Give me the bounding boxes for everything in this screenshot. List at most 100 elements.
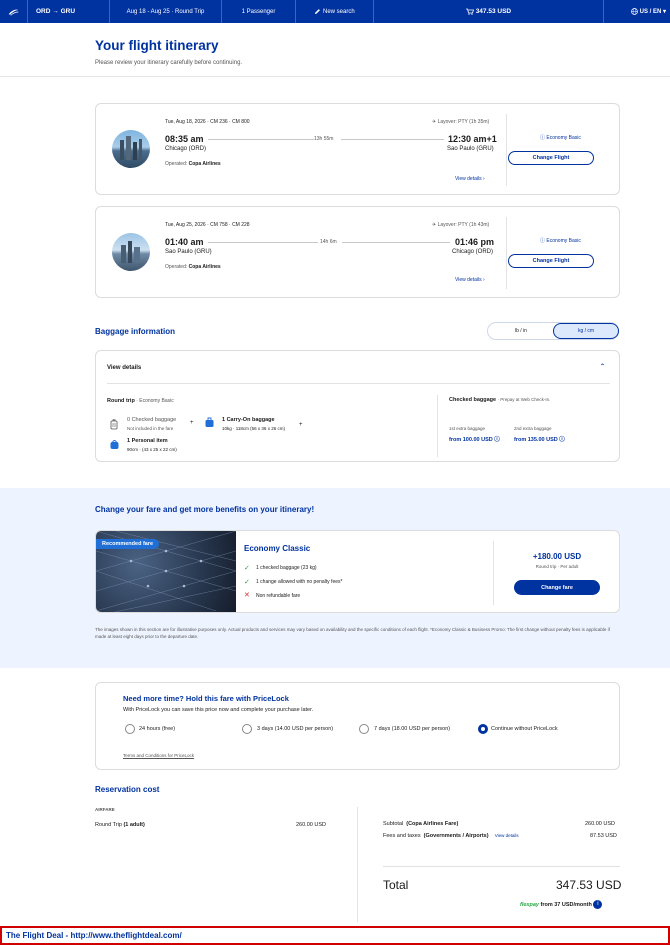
- pricelock-option-none[interactable]: Continue without PriceLock: [491, 726, 558, 732]
- pricelock-option-24h-radio[interactable]: [125, 724, 135, 734]
- arrival-time: 12:30 am+1: [448, 134, 497, 144]
- pricelock-option-7d-radio[interactable]: [359, 724, 369, 734]
- cross-icon: ✕: [244, 592, 250, 599]
- operator-name: Copa Airlines: [188, 264, 221, 270]
- round-trip-row: Round Trip (1 adult): [95, 822, 145, 828]
- info-icon: ⓘ: [540, 238, 546, 244]
- unit-lb-option[interactable]: lb / in: [488, 323, 554, 339]
- baggage-panel: View details ⌃ Round trip · Economy Basi…: [95, 350, 620, 462]
- flight-deal-link[interactable]: The Flight Deal - http://www.theflightde…: [6, 931, 182, 940]
- route-summary[interactable]: ORD → GRU: [28, 0, 110, 23]
- pricelock-option-24h[interactable]: 24 hours (free): [139, 726, 175, 732]
- view-details-label: View details: [455, 277, 482, 283]
- chevron-up-icon[interactable]: ⌃: [600, 363, 605, 370]
- fare-type: ⓘ Economy Basic: [540, 134, 581, 141]
- carry-on-note: 10kg · 118cm (56 x 36 x 26 cm): [222, 426, 285, 431]
- info-icon[interactable]: i: [593, 900, 603, 909]
- layover-label: Layover: PTY (1h 35m): [437, 119, 490, 125]
- flight-deal-banner: The Flight Deal - http://www.theflightde…: [0, 926, 670, 945]
- flight-date-line: Tue, Aug 18, 2026 · CM 236 · CM 800: [165, 119, 250, 125]
- flexpay-row: flexpay from 37 USD/month i: [520, 900, 603, 909]
- fees-note: (Governments / Airports): [423, 833, 489, 839]
- flight-date-line: Tue, Aug 25, 2026 · CM 758 · CM 228: [165, 222, 250, 228]
- passengers-label: 1 Passenger: [241, 8, 276, 15]
- destination-code: GRU: [60, 8, 76, 15]
- passengers-summary[interactable]: 1 Passenger: [222, 0, 296, 23]
- upsell-feature-1: 1 checked baggage (23 kg): [256, 565, 317, 571]
- baggage-title: Baggage information: [95, 327, 176, 336]
- flight-duration: 13h 55m: [314, 136, 334, 142]
- total-label: Total: [383, 878, 409, 892]
- pencil-icon: [315, 9, 321, 14]
- unit-kg-option[interactable]: kg / cm: [553, 323, 619, 339]
- round-trip-heading: Round trip · Economy Basic: [107, 398, 174, 404]
- airfare-label: AIRFARE: [95, 807, 115, 812]
- fees-view-details-link[interactable]: View details: [495, 833, 519, 838]
- fees-row: Fees and taxes (Governments / Airports) …: [383, 833, 519, 839]
- duration-line-right: [342, 242, 450, 243]
- copa-logo[interactable]: [0, 0, 28, 23]
- round-trip-label: Round trip: [107, 398, 135, 404]
- pricelock-option-none-radio[interactable]: [478, 724, 488, 734]
- carry-on-title: 1 Carry-On baggage: [222, 417, 275, 423]
- upsell-feature-3: Non refundable fare: [256, 593, 301, 599]
- arrival-city: Chicago (ORD): [452, 249, 494, 255]
- fees-value: 87.53 USD: [590, 833, 617, 839]
- operated-label: Operated:: [165, 161, 188, 167]
- check-icon: ✓: [244, 565, 250, 572]
- upsell-price: +180.00 USD: [532, 552, 582, 561]
- operated-by: Operated: Copa Airlines: [165, 161, 221, 167]
- departure-time: 01:40 am: [165, 237, 204, 247]
- flight-duration: 14h 6m: [320, 239, 337, 245]
- adult-count: (1 adult): [123, 822, 145, 828]
- pricelock-card: Need more time? Hold this fare with Pric…: [95, 682, 620, 770]
- baggage-view-details[interactable]: View details: [107, 365, 141, 371]
- cart-total-value: 347.53 USD: [475, 8, 512, 15]
- info-icon[interactable]: ⓘ: [494, 437, 500, 443]
- upsell-fare-name: Economy Classic: [244, 544, 311, 553]
- pricelock-terms-link[interactable]: Terms and Conditions for PriceLock: [123, 753, 194, 758]
- total-value: 347.53 USD: [556, 878, 622, 892]
- plane-icon: ✈: [432, 222, 437, 228]
- pricelock-option-7d[interactable]: 7 days (18.00 USD per person): [374, 726, 450, 732]
- view-details-link[interactable]: View details ›: [455, 277, 485, 283]
- locale-label: US / EN: [639, 8, 662, 15]
- extra-bag-2-label: 2nd extra baggage: [514, 426, 552, 431]
- subtotal-label: Subtotal: [383, 821, 404, 827]
- upsell-disclaimer: The images shown in this section are for…: [95, 627, 610, 639]
- chicago-skyline-photo: [112, 130, 150, 168]
- change-flight-button[interactable]: Change Flight: [508, 254, 594, 268]
- fees-label: Fees and taxes: [383, 833, 421, 839]
- sao-paulo-skyline-photo: [112, 233, 150, 271]
- flight-card-outbound: Tue, Aug 18, 2026 · CM 236 · CM 800 ✈ La…: [95, 103, 620, 195]
- page-subtitle: Please review your itinerary carefully b…: [95, 60, 243, 66]
- checked-baggage-title: Checked baggage: [449, 397, 497, 403]
- arrow-icon: →: [52, 8, 59, 15]
- view-details-link[interactable]: View details ›: [455, 176, 485, 182]
- locale-selector[interactable]: US / EN ▾: [604, 8, 670, 15]
- dates-summary[interactable]: Aug 18 - Aug 25 · Round Trip: [110, 0, 222, 23]
- info-icon: ⓘ: [540, 135, 546, 141]
- change-fare-button[interactable]: Change fare: [514, 580, 600, 595]
- flexpay-logo: flexpay: [520, 901, 539, 908]
- pricelock-option-3d[interactable]: 3 days (14.00 USD per person): [257, 726, 333, 732]
- recommended-badge: Recommended fare: [96, 539, 160, 549]
- info-icon[interactable]: ⓘ: [559, 437, 565, 443]
- arrival-city: Sao Paulo (GRU): [447, 146, 494, 152]
- card-divider: [506, 114, 507, 186]
- duration-line-left: [208, 139, 314, 140]
- pricelock-option-3d-radio[interactable]: [242, 724, 252, 734]
- fare-label: Economy Basic: [546, 238, 581, 244]
- header-divider: [0, 76, 670, 77]
- personal-item-icon: [110, 440, 119, 449]
- change-flight-button[interactable]: Change Flight: [508, 151, 594, 165]
- pricelock-subtitle: With PriceLock you can save this price n…: [123, 707, 314, 713]
- globe-icon: [631, 8, 638, 15]
- upsell-divider: [493, 541, 494, 605]
- cart-total[interactable]: 347.53 USD: [374, 0, 604, 23]
- personal-item-title: 1 Personal item: [127, 438, 168, 444]
- new-search-button[interactable]: New search: [296, 0, 374, 23]
- unit-toggle: lb / in kg / cm: [487, 322, 619, 340]
- checked-bag-title: 0 Checked baggage: [127, 417, 177, 423]
- subtotal-value: 260.00 USD: [585, 821, 615, 827]
